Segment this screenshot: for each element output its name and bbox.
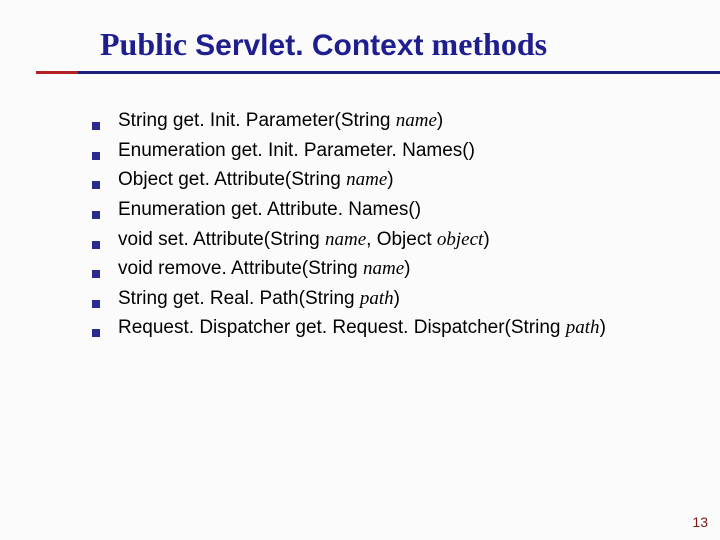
method-tail: ) bbox=[483, 229, 489, 250]
method-tail: ) bbox=[387, 169, 393, 190]
method-list: String get. Init. Parameter(String name)… bbox=[92, 108, 680, 341]
title-post: methods bbox=[424, 26, 548, 62]
accent-bar bbox=[36, 71, 78, 74]
method-name: get. Init. Parameter(String bbox=[173, 110, 396, 131]
method-tail: ) bbox=[600, 317, 606, 338]
method-signature: String get. Real. Path(String path) bbox=[118, 286, 400, 312]
square-bullet-icon bbox=[92, 300, 100, 308]
method-name: get. Attribute(String bbox=[178, 169, 346, 190]
list-item: String get. Real. Path(String path) bbox=[92, 286, 680, 312]
square-bullet-icon bbox=[92, 211, 100, 219]
param-name: path bbox=[360, 288, 394, 309]
square-bullet-icon bbox=[92, 329, 100, 337]
title-underline bbox=[36, 71, 680, 74]
list-item: void remove. Attribute(String name) bbox=[92, 256, 680, 282]
param-name: name bbox=[396, 110, 437, 131]
method-signature: Request. Dispatcher get. Request. Dispat… bbox=[118, 315, 606, 341]
param-name: object bbox=[437, 229, 483, 250]
method-tail: ) bbox=[394, 288, 400, 309]
list-item: String get. Init. Parameter(String name) bbox=[92, 108, 680, 134]
slide: Public Servlet. Context methods String g… bbox=[0, 0, 720, 540]
return-type: Request. Dispatcher bbox=[118, 317, 295, 338]
method-signature: Enumeration get. Attribute. Names() bbox=[118, 197, 421, 223]
method-name: remove. Attribute(String bbox=[158, 258, 363, 279]
square-bullet-icon bbox=[92, 270, 100, 278]
return-type: void bbox=[118, 258, 158, 279]
method-tail: ) bbox=[437, 110, 443, 131]
method-signature: void remove. Attribute(String name) bbox=[118, 256, 411, 282]
list-item: Enumeration get. Attribute. Names() bbox=[92, 197, 680, 223]
return-type: String bbox=[118, 110, 173, 131]
param-name: name bbox=[346, 169, 387, 190]
param-name: name bbox=[363, 258, 404, 279]
square-bullet-icon bbox=[92, 122, 100, 130]
method-tail: ) bbox=[404, 258, 410, 279]
title-mono: Servlet. Context bbox=[195, 29, 423, 62]
title-row: Public Servlet. Context methods bbox=[100, 26, 680, 63]
slide-title: Public Servlet. Context methods bbox=[100, 26, 547, 63]
rule-bar bbox=[78, 71, 720, 74]
page-number: 13 bbox=[692, 514, 708, 530]
title-pre: Public bbox=[100, 26, 195, 62]
method-signature: Enumeration get. Init. Parameter. Names(… bbox=[118, 138, 475, 164]
return-type: Enumeration bbox=[118, 199, 231, 220]
return-type: void bbox=[118, 229, 158, 250]
method-mid: , Object bbox=[366, 229, 437, 250]
square-bullet-icon bbox=[92, 181, 100, 189]
list-item: void set. Attribute(String name, Object … bbox=[92, 227, 680, 253]
list-item: Object get. Attribute(String name) bbox=[92, 167, 680, 193]
return-type: Object bbox=[118, 169, 178, 190]
method-name: get. Attribute. Names() bbox=[231, 199, 421, 220]
param-name: path bbox=[566, 317, 600, 338]
list-item: Enumeration get. Init. Parameter. Names(… bbox=[92, 138, 680, 164]
return-type: Enumeration bbox=[118, 140, 231, 161]
list-item: Request. Dispatcher get. Request. Dispat… bbox=[92, 315, 680, 341]
method-name: get. Init. Parameter. Names() bbox=[231, 140, 475, 161]
method-name: get. Request. Dispatcher(String bbox=[295, 317, 565, 338]
method-signature: Object get. Attribute(String name) bbox=[118, 167, 394, 193]
method-signature: void set. Attribute(String name, Object … bbox=[118, 227, 490, 253]
return-type: String bbox=[118, 288, 173, 309]
square-bullet-icon bbox=[92, 241, 100, 249]
method-signature: String get. Init. Parameter(String name) bbox=[118, 108, 443, 134]
method-name: get. Real. Path(String bbox=[173, 288, 360, 309]
method-name: set. Attribute(String bbox=[158, 229, 325, 250]
square-bullet-icon bbox=[92, 152, 100, 160]
param-name: name bbox=[325, 229, 366, 250]
